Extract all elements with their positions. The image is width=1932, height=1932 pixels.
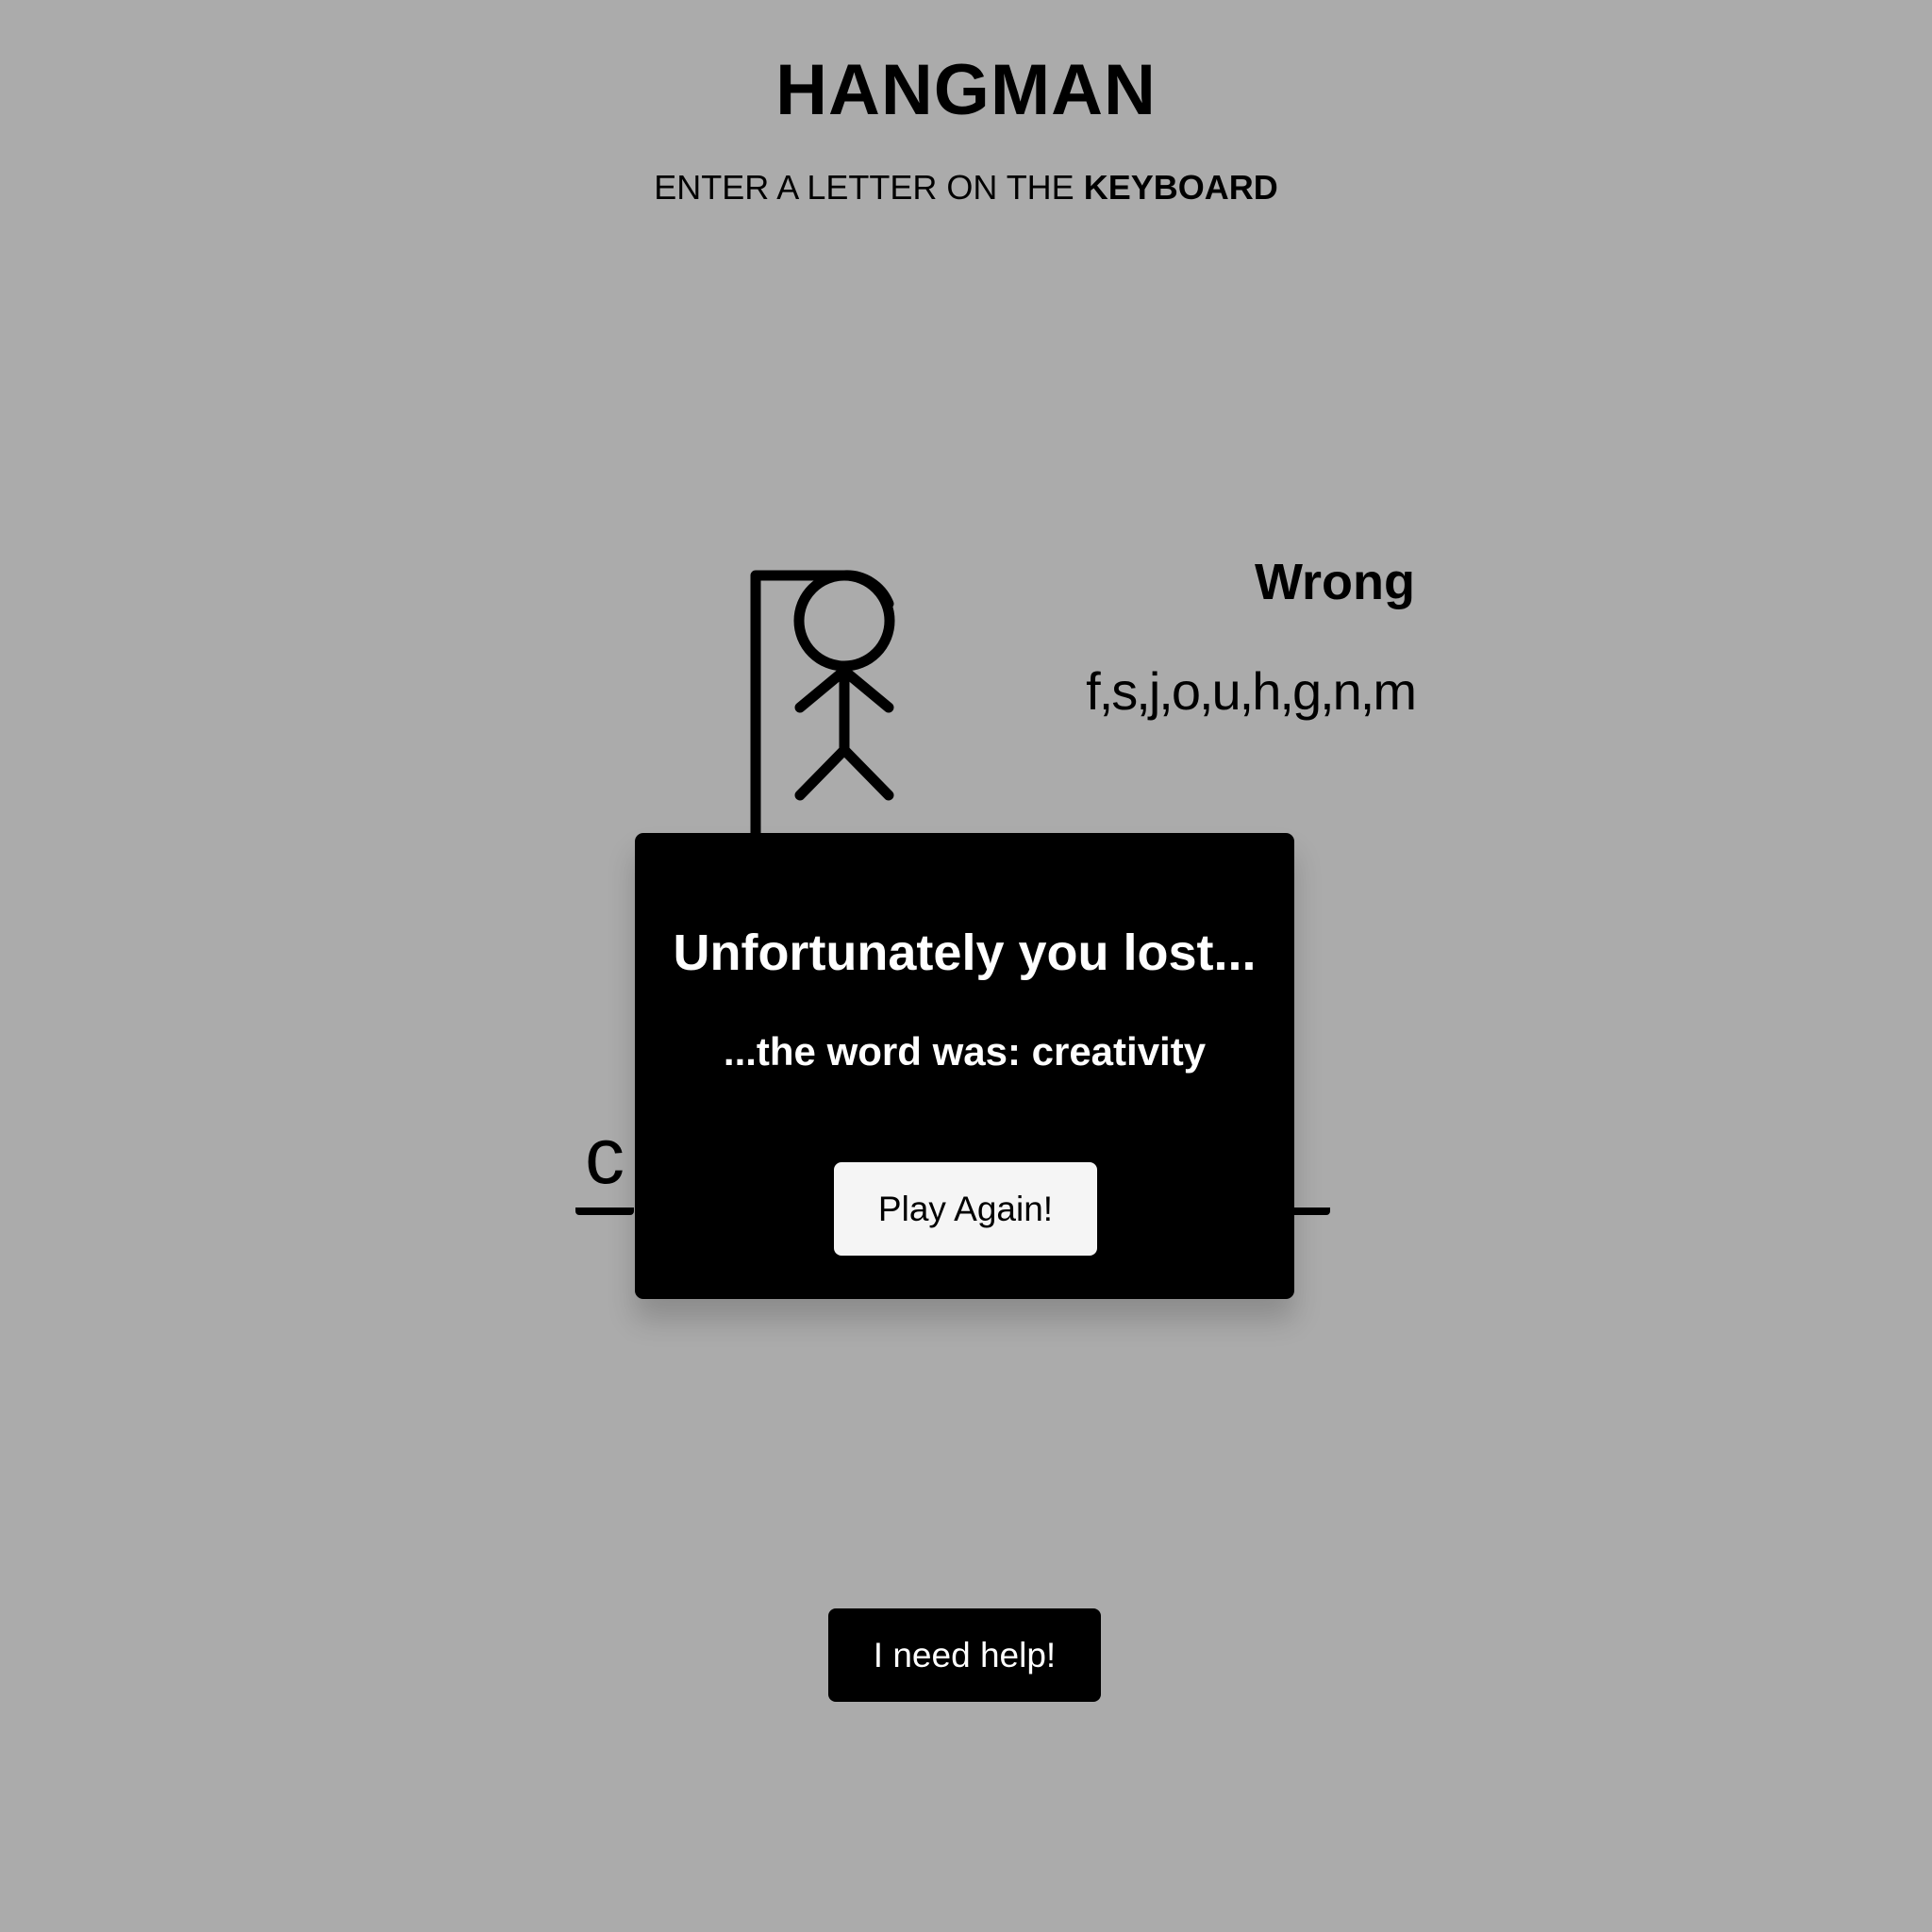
figure-left-leg [794, 744, 850, 801]
figure-right-arm [839, 665, 894, 713]
hangman-figure-icon [793, 570, 895, 801]
play-again-button[interactable]: Play Again! [834, 1162, 1097, 1256]
letter-slot: c [575, 1113, 634, 1215]
figure-left-arm [794, 665, 850, 713]
figure-head [793, 570, 895, 672]
modal-answer: ...the word was: creativity [723, 1029, 1207, 1074]
game-over-modal: Unfortunately you lost... ...the word wa… [635, 833, 1294, 1299]
wrong-letters: f,s,j,o,u,h,g,n,m [1086, 661, 1417, 721]
modal-title: Unfortunately you lost... [673, 924, 1257, 981]
wrong-label: Wrong [1255, 554, 1415, 610]
gallows-pole [750, 570, 894, 845]
help-button[interactable]: I need help! [828, 1608, 1101, 1702]
figure-right-leg [839, 744, 894, 801]
